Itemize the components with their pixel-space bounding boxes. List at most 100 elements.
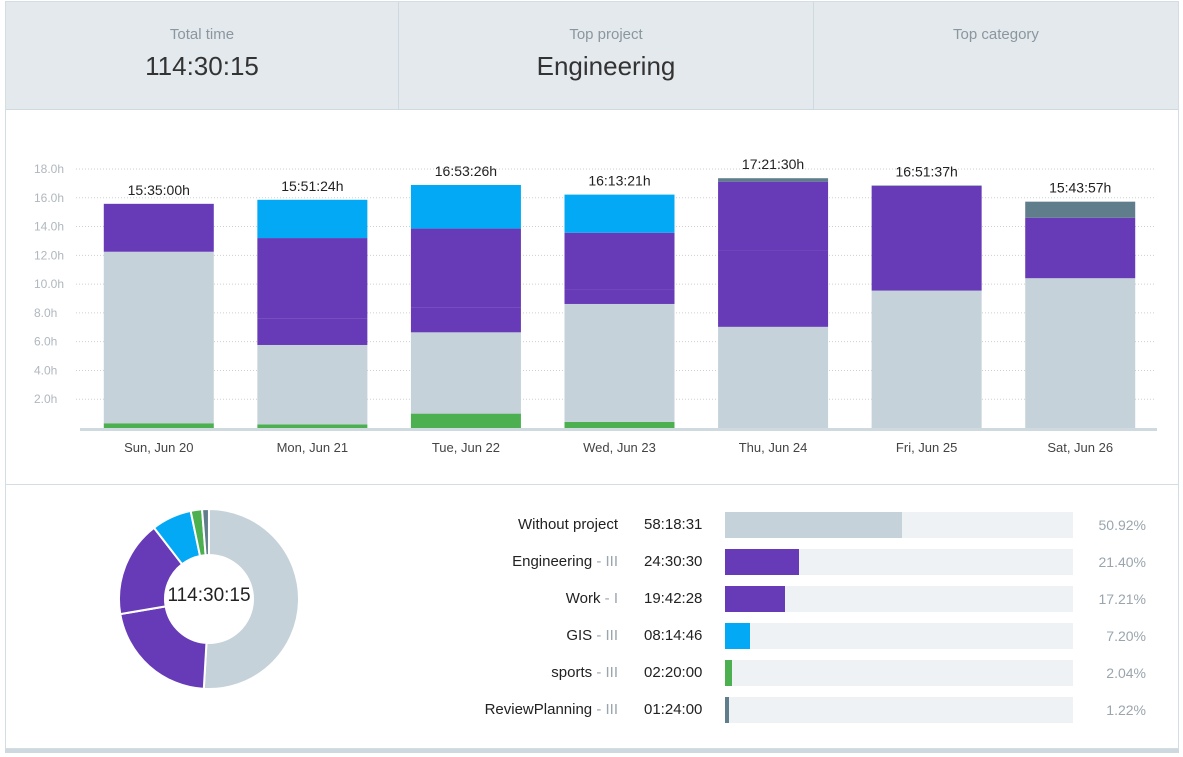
project-name: ReviewPlanning - III	[485, 701, 618, 718]
top-project-card: Top project Engineering	[399, 2, 814, 109]
top-category-label: Top category	[953, 26, 1039, 43]
project-percent: 17.21%	[1098, 591, 1146, 607]
bar-segment	[257, 318, 368, 345]
bar-total-label: 15:51:24h	[281, 178, 343, 194]
bar-total-label: 16:53:26h	[435, 163, 497, 179]
project-bar-fill	[725, 697, 730, 723]
project-row[interactable]: Work - I 19:42:28 17.21%	[6, 584, 1178, 614]
project-bar-track	[725, 660, 1073, 686]
project-bar-fill	[725, 623, 751, 649]
top-project-label: Top project	[569, 26, 643, 43]
project-bar-fill	[725, 586, 785, 612]
y-tick-label: 2.0h	[34, 392, 57, 406]
bar-segment	[718, 250, 829, 327]
bar-total-label: 17:21:30h	[742, 156, 804, 172]
bar-segment	[103, 203, 214, 252]
project-row[interactable]: sports - III 02:20:00 2.04%	[6, 658, 1178, 688]
project-bar-track	[725, 549, 1073, 575]
bar-segment	[871, 290, 982, 428]
project-row[interactable]: ReviewPlanning - III 01:24:00 1.22%	[6, 695, 1178, 725]
project-bar-track	[725, 623, 1073, 649]
y-tick-label: 16.0h	[34, 191, 64, 205]
project-name: GIS - III	[566, 627, 618, 644]
project-row[interactable]: GIS - III 08:14:46 7.20%	[6, 621, 1178, 651]
bar-segment	[564, 194, 675, 233]
bar-segment	[410, 413, 521, 428]
project-name-text: Engineering	[512, 553, 593, 570]
x-tick-label: Thu, Jun 24	[739, 440, 808, 455]
y-tick-label: 10.0h	[34, 277, 64, 291]
bar-segment	[564, 289, 675, 304]
y-tick-label: 12.0h	[34, 248, 64, 262]
project-percent: 50.92%	[1098, 517, 1146, 533]
x-tick-label: Wed, Jun 23	[583, 440, 656, 455]
project-name: Without project	[518, 516, 618, 533]
bar-segment	[564, 421, 675, 428]
project-duration: 24:30:30	[644, 553, 703, 570]
bar-segment	[257, 344, 368, 425]
project-name-text: Work	[565, 590, 601, 607]
bar-segment	[410, 307, 521, 333]
y-tick-label: 6.0h	[34, 335, 57, 349]
project-client: - III	[592, 701, 618, 718]
bar-segment	[1025, 278, 1136, 428]
top-category-card: Top category	[814, 2, 1178, 109]
project-client: - I	[600, 590, 618, 607]
project-bar-fill	[725, 660, 733, 686]
bar-segment	[410, 332, 521, 414]
bar-segment	[410, 228, 521, 308]
top-project-value: Engineering	[536, 51, 676, 81]
project-bar-fill	[725, 512, 903, 538]
project-duration: 19:42:28	[644, 590, 703, 607]
y-tick-label: 18.0h	[34, 162, 64, 176]
bar-segment	[718, 178, 829, 182]
bar-total-label: 15:43:57h	[1049, 180, 1111, 196]
project-duration: 58:18:31	[644, 516, 703, 533]
total-time-value: 114:30:15	[145, 51, 259, 81]
x-axis-line	[80, 428, 1157, 431]
bar-segment	[257, 424, 368, 428]
bar-segment	[257, 199, 368, 239]
bar-segment	[257, 238, 368, 319]
project-name: Work - I	[566, 590, 618, 607]
project-client: - III	[592, 553, 618, 570]
bar-segment	[103, 251, 214, 424]
bar-segment	[718, 326, 829, 428]
summary-header: Total time 114:30:15 Top project Enginee…	[6, 2, 1178, 110]
project-duration: 02:20:00	[644, 664, 703, 681]
bar-segment	[103, 423, 214, 428]
bar-segment	[410, 184, 521, 229]
x-tick-label: Sat, Jun 26	[1047, 440, 1113, 455]
project-percent: 2.04%	[1106, 665, 1146, 681]
bar-total-label: 15:35:00h	[128, 182, 190, 198]
project-name-text: ReviewPlanning	[484, 701, 593, 718]
panel-bottom-edge	[5, 749, 1179, 753]
project-client: - III	[592, 664, 618, 681]
project-percent: 1.22%	[1106, 702, 1146, 718]
project-name-text: GIS	[566, 627, 593, 644]
bar-segment	[718, 181, 829, 251]
x-tick-label: Fri, Jun 25	[896, 440, 957, 455]
y-tick-label: 4.0h	[34, 363, 57, 377]
project-breakdown: 114:30:15 Without project 58:18:31 50.92% E…	[6, 485, 1178, 749]
project-bar-track	[725, 512, 1073, 538]
project-percent: 21.40%	[1098, 554, 1146, 570]
project-client: - III	[592, 627, 618, 644]
project-percent: 7.20%	[1106, 628, 1146, 644]
y-tick-label: 8.0h	[34, 306, 57, 320]
project-bar-fill	[725, 549, 800, 575]
bar-chart-svg: 2.0h 4.0h 6.0h 8.0h 10.0h 12.0h 14.0h 16.0h 18.0…	[34, 156, 1157, 455]
project-row[interactable]: Engineering - III 24:30:30 21.40%	[6, 547, 1178, 577]
bar-segment	[564, 303, 675, 422]
project-name: sports - III	[551, 664, 618, 681]
project-name: Engineering - III	[512, 553, 618, 570]
project-row[interactable]: Without project 58:18:31 50.92%	[6, 510, 1178, 540]
project-bar-track	[725, 586, 1073, 612]
total-time-card: Total time 114:30:15	[6, 2, 399, 109]
bar-total-label: 16:51:37h	[895, 163, 957, 179]
project-name-text: sports	[551, 664, 593, 681]
bar-segment	[871, 185, 982, 291]
x-tick-label: Mon, Jun 21	[277, 440, 349, 455]
x-tick-label: Sun, Jun 20	[124, 440, 193, 455]
project-name-text: Without project	[517, 516, 618, 533]
